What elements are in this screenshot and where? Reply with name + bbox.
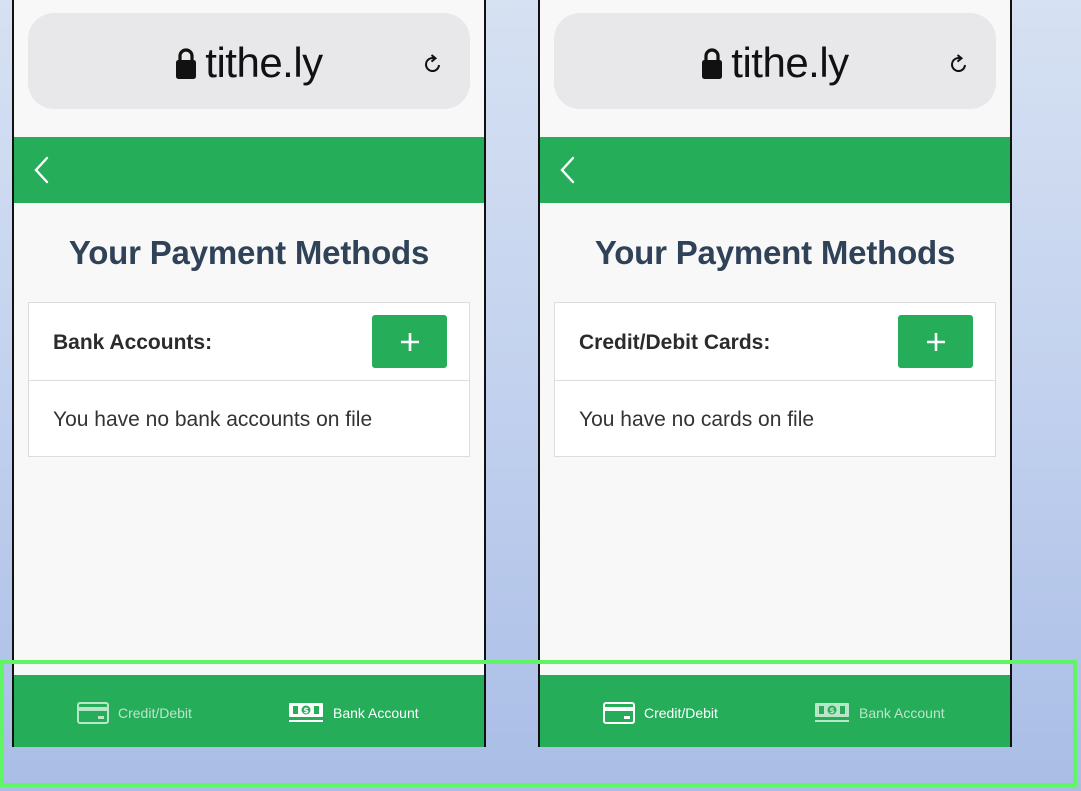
credit-card-icon	[603, 702, 635, 724]
address-bar[interactable]: tithe.ly	[554, 13, 996, 109]
bank-accounts-panel: Bank Accounts: You have no bank accounts…	[28, 302, 470, 457]
back-chevron-icon[interactable]	[558, 155, 578, 185]
url-text: tithe.ly	[731, 39, 849, 86]
address-bar[interactable]: tithe.ly	[28, 13, 470, 109]
add-card-button[interactable]	[898, 315, 973, 368]
tab-label: Bank Account	[333, 705, 419, 721]
credit-card-icon	[77, 702, 109, 724]
plus-icon	[926, 332, 945, 351]
reload-icon[interactable]	[948, 53, 970, 75]
url-display[interactable]: tithe.ly	[554, 39, 996, 86]
phone-screen-bank-accounts: tithe.ly Your Payment Methods Bank Accou…	[12, 0, 486, 747]
svg-text:$: $	[829, 706, 835, 715]
tab-bank-account[interactable]: $ Bank Account	[814, 702, 945, 724]
tab-label: Credit/Debit	[118, 705, 192, 721]
panel-header: Bank Accounts:	[29, 303, 469, 381]
nav-header-bar	[14, 137, 484, 203]
reload-icon[interactable]	[422, 53, 444, 75]
credit-cards-panel: Credit/Debit Cards: You have no cards on…	[554, 302, 996, 457]
plus-icon	[400, 332, 419, 351]
empty-message: You have no bank accounts on file	[53, 408, 373, 431]
lock-icon	[176, 48, 197, 79]
tab-label: Credit/Debit	[644, 705, 718, 721]
tab-credit-debit[interactable]: Credit/Debit	[77, 702, 192, 724]
bottom-tab-bar: Credit/Debit $ Bank Account	[14, 675, 484, 747]
url-text: tithe.ly	[205, 39, 323, 86]
nav-header-bar	[540, 137, 1010, 203]
section-label: Credit/Debit Cards:	[579, 331, 771, 354]
tab-credit-debit[interactable]: Credit/Debit	[603, 702, 718, 724]
lock-icon	[702, 48, 723, 79]
empty-message: You have no cards on file	[579, 408, 815, 431]
tab-label: Bank Account	[859, 705, 945, 721]
cash-icon: $	[289, 703, 323, 722]
tab-bank-account[interactable]: $ Bank Account	[288, 702, 419, 724]
cash-icon: $	[815, 703, 849, 722]
url-display[interactable]: tithe.ly	[28, 39, 470, 86]
page-title: Your Payment Methods	[594, 234, 956, 271]
page-title: Your Payment Methods	[68, 234, 430, 271]
svg-text:$: $	[303, 706, 309, 715]
add-bank-account-button[interactable]	[372, 315, 447, 368]
back-chevron-icon[interactable]	[32, 155, 52, 185]
section-label: Bank Accounts:	[53, 331, 213, 354]
panel-header: Credit/Debit Cards:	[555, 303, 995, 381]
phone-screen-credit-cards: tithe.ly Your Payment Methods Credit/Deb…	[538, 0, 1012, 747]
bottom-tab-bar: Credit/Debit $ Bank Account	[540, 675, 1010, 747]
